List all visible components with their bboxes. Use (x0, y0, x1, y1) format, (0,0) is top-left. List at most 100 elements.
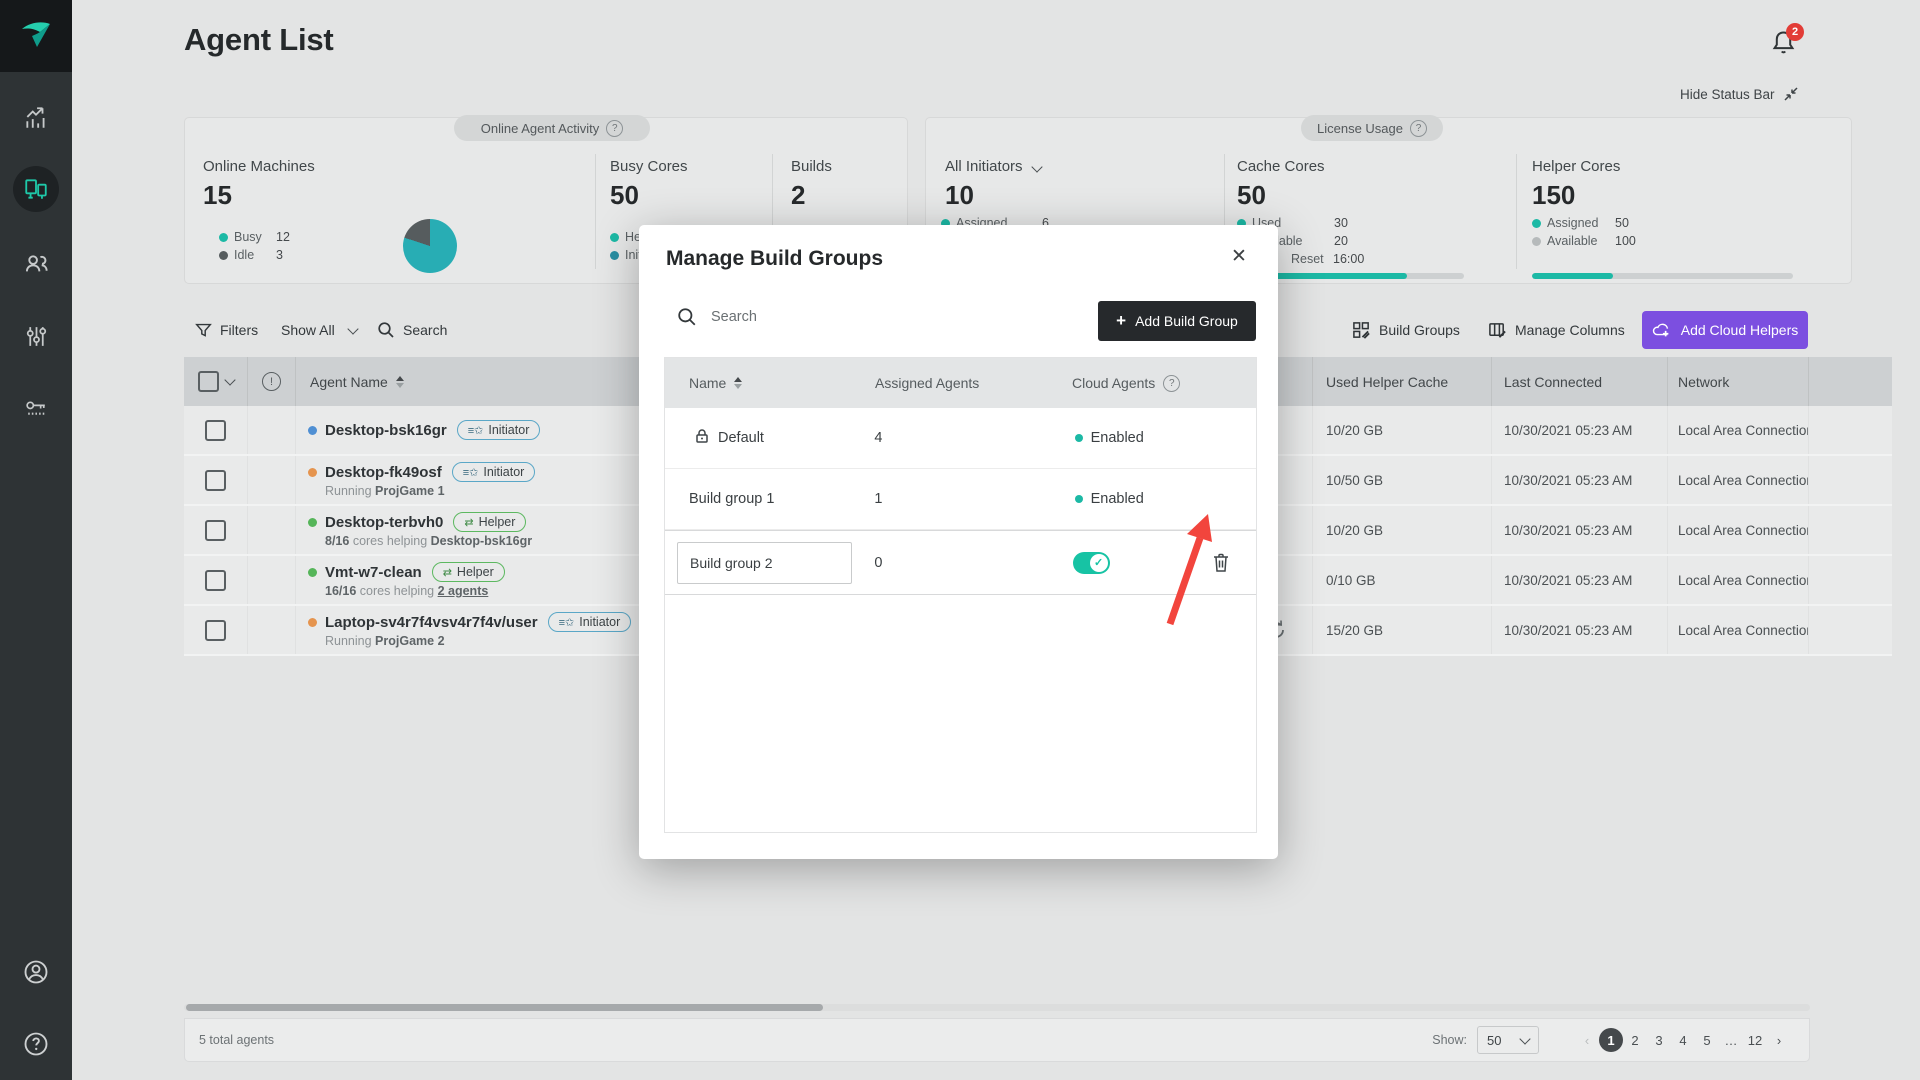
header-label: Network (1678, 374, 1729, 390)
next-page-button[interactable]: › (1767, 1028, 1791, 1052)
row-checkbox[interactable] (205, 520, 226, 541)
badge-label: Initiator (488, 423, 529, 437)
row-select-cell (184, 456, 248, 504)
agent-name: Laptop-sv4r7f4vsv4r7f4v/user (325, 614, 538, 631)
subtext-segment: Running (325, 484, 375, 498)
page-button-4[interactable]: 4 (1671, 1028, 1695, 1052)
sort-icon[interactable] (396, 376, 404, 388)
row-checkbox[interactable] (205, 570, 226, 591)
show-all-dropdown[interactable]: Show All (281, 318, 357, 342)
sidebar-item-agents[interactable] (13, 166, 59, 212)
page-button-3[interactable]: 3 (1647, 1028, 1671, 1052)
row-checkbox[interactable] (205, 420, 226, 441)
spacer-cell (1809, 606, 1892, 654)
help-circle-icon[interactable]: ? (606, 120, 623, 137)
build-group-row[interactable]: Default4Enabled (665, 408, 1256, 469)
row-alert-cell (248, 556, 296, 604)
page-button-2[interactable]: 2 (1623, 1028, 1647, 1052)
horizontal-scrollbar-thumb[interactable] (186, 1004, 823, 1011)
delete-icon[interactable] (1211, 552, 1231, 574)
chevron-down-icon[interactable] (224, 374, 235, 385)
table-search[interactable]: Search (377, 318, 447, 342)
page-size-select[interactable]: 50 (1477, 1026, 1539, 1054)
modal-search-input[interactable] (709, 308, 963, 326)
cache-cores-value: 50 (1237, 180, 1266, 211)
previous-page-button[interactable]: ‹ (1575, 1028, 1599, 1052)
close-icon[interactable]: ✕ (1231, 245, 1247, 268)
cloud-agents-toggle[interactable]: ✓ (1073, 552, 1110, 574)
used-helper-cache-column-header[interactable]: Used Helper Cache (1313, 357, 1492, 406)
alerts-column-header: ! (248, 357, 296, 406)
license-card-tab[interactable]: License Usage ? (1301, 115, 1443, 141)
plus-icon: + (1116, 311, 1126, 331)
add-cloud-helpers-label: Add Cloud Helpers (1681, 322, 1799, 338)
chevron-down-icon (1031, 161, 1042, 172)
legend-value: 50 (1615, 216, 1629, 230)
legend-label: Available (1547, 234, 1615, 248)
row-checkbox[interactable] (205, 620, 226, 641)
cloud-status-label: Enabled (1091, 430, 1144, 446)
subtext-segment: cores helping (349, 534, 430, 548)
modal-search[interactable] (677, 307, 963, 327)
legend-value: 30 (1334, 216, 1348, 230)
badge-label: Initiator (579, 615, 620, 629)
select-all-checkbox[interactable] (198, 371, 219, 392)
help-icon (22, 1030, 50, 1058)
hide-status-bar-button[interactable]: Hide Status Bar (1680, 86, 1799, 102)
network-value: Local Area Connection (1678, 473, 1809, 488)
app-logo[interactable] (0, 0, 72, 72)
header-label: Last Connected (1504, 374, 1602, 390)
agent-name: Desktop-terbvh0 (325, 514, 443, 531)
add-build-group-button[interactable]: + Add Build Group (1098, 301, 1256, 341)
alert-circle-icon[interactable]: ! (262, 372, 281, 391)
sort-icon[interactable] (734, 377, 742, 389)
row-select-cell (184, 556, 248, 604)
add-cloud-helpers-button[interactable]: Add Cloud Helpers (1642, 311, 1808, 349)
helper-cores-progress-bar (1532, 273, 1793, 279)
help-button[interactable] (0, 1022, 72, 1066)
name-column-header[interactable]: Name (665, 375, 875, 391)
helper-badge: ⇄Helper (453, 512, 526, 532)
cloud-agents-cell: Enabled (1071, 430, 1190, 446)
sidebar-item-dashboard[interactable] (0, 96, 72, 140)
build-group-name-input[interactable] (677, 542, 852, 584)
sidebar-item-settings[interactable] (0, 314, 72, 358)
last-connected-cell: 10/30/2021 05:23 AM (1492, 456, 1668, 504)
legend-label: Busy (234, 230, 276, 244)
build-group-name-cell (665, 542, 874, 584)
build-group-row[interactable]: Build group 11Enabled (665, 469, 1256, 530)
row-alert-cell (248, 606, 296, 654)
helper-badge: ⇄Helper (432, 562, 505, 582)
page-button-5[interactable]: 5 (1695, 1028, 1719, 1052)
sidebar-item-licenses[interactable] (0, 386, 72, 430)
last-connected-column-header[interactable]: Last Connected (1492, 357, 1668, 406)
manage-columns-button[interactable]: Manage Columns (1488, 318, 1625, 342)
help-circle-icon[interactable]: ? (1163, 375, 1180, 392)
page-size-value: 50 (1487, 1033, 1501, 1048)
profile-button[interactable] (0, 950, 72, 994)
page-button-12[interactable]: 12 (1743, 1028, 1767, 1052)
settings-sliders-icon (24, 324, 49, 349)
modal-title: Manage Build Groups (666, 247, 883, 271)
sidebar-item-users[interactable] (0, 241, 72, 285)
page-button-1[interactable]: 1 (1599, 1028, 1623, 1052)
build-group-name-cell: Default (665, 428, 874, 448)
filters-button[interactable]: Filters (195, 318, 258, 342)
row-checkbox[interactable] (205, 470, 226, 491)
used-helper-cache-cell: 15/20 GB (1313, 606, 1492, 654)
legend-value: 3 (276, 248, 283, 262)
sidebar (0, 0, 72, 1080)
help-circle-icon[interactable]: ? (1410, 120, 1427, 137)
all-initiators-value: 10 (945, 180, 974, 211)
all-initiators-dropdown[interactable]: All Initiators (945, 158, 1041, 175)
initiator-badge: ≡✩Initiator (548, 612, 632, 632)
assigned-dot (1532, 219, 1541, 228)
network-column-header[interactable]: Network (1668, 357, 1809, 406)
total-agents-label: 5 total agents (199, 1033, 274, 1047)
build-groups-button[interactable]: Build Groups (1352, 318, 1460, 342)
subtext-segment: Running (325, 634, 375, 648)
agent-name-header-label: Agent Name (296, 374, 388, 390)
notifications-button[interactable]: 2 (1770, 28, 1804, 62)
activity-card-tab[interactable]: Online Agent Activity ? (454, 115, 650, 141)
build-group-row[interactable]: 0✓ (665, 530, 1256, 595)
